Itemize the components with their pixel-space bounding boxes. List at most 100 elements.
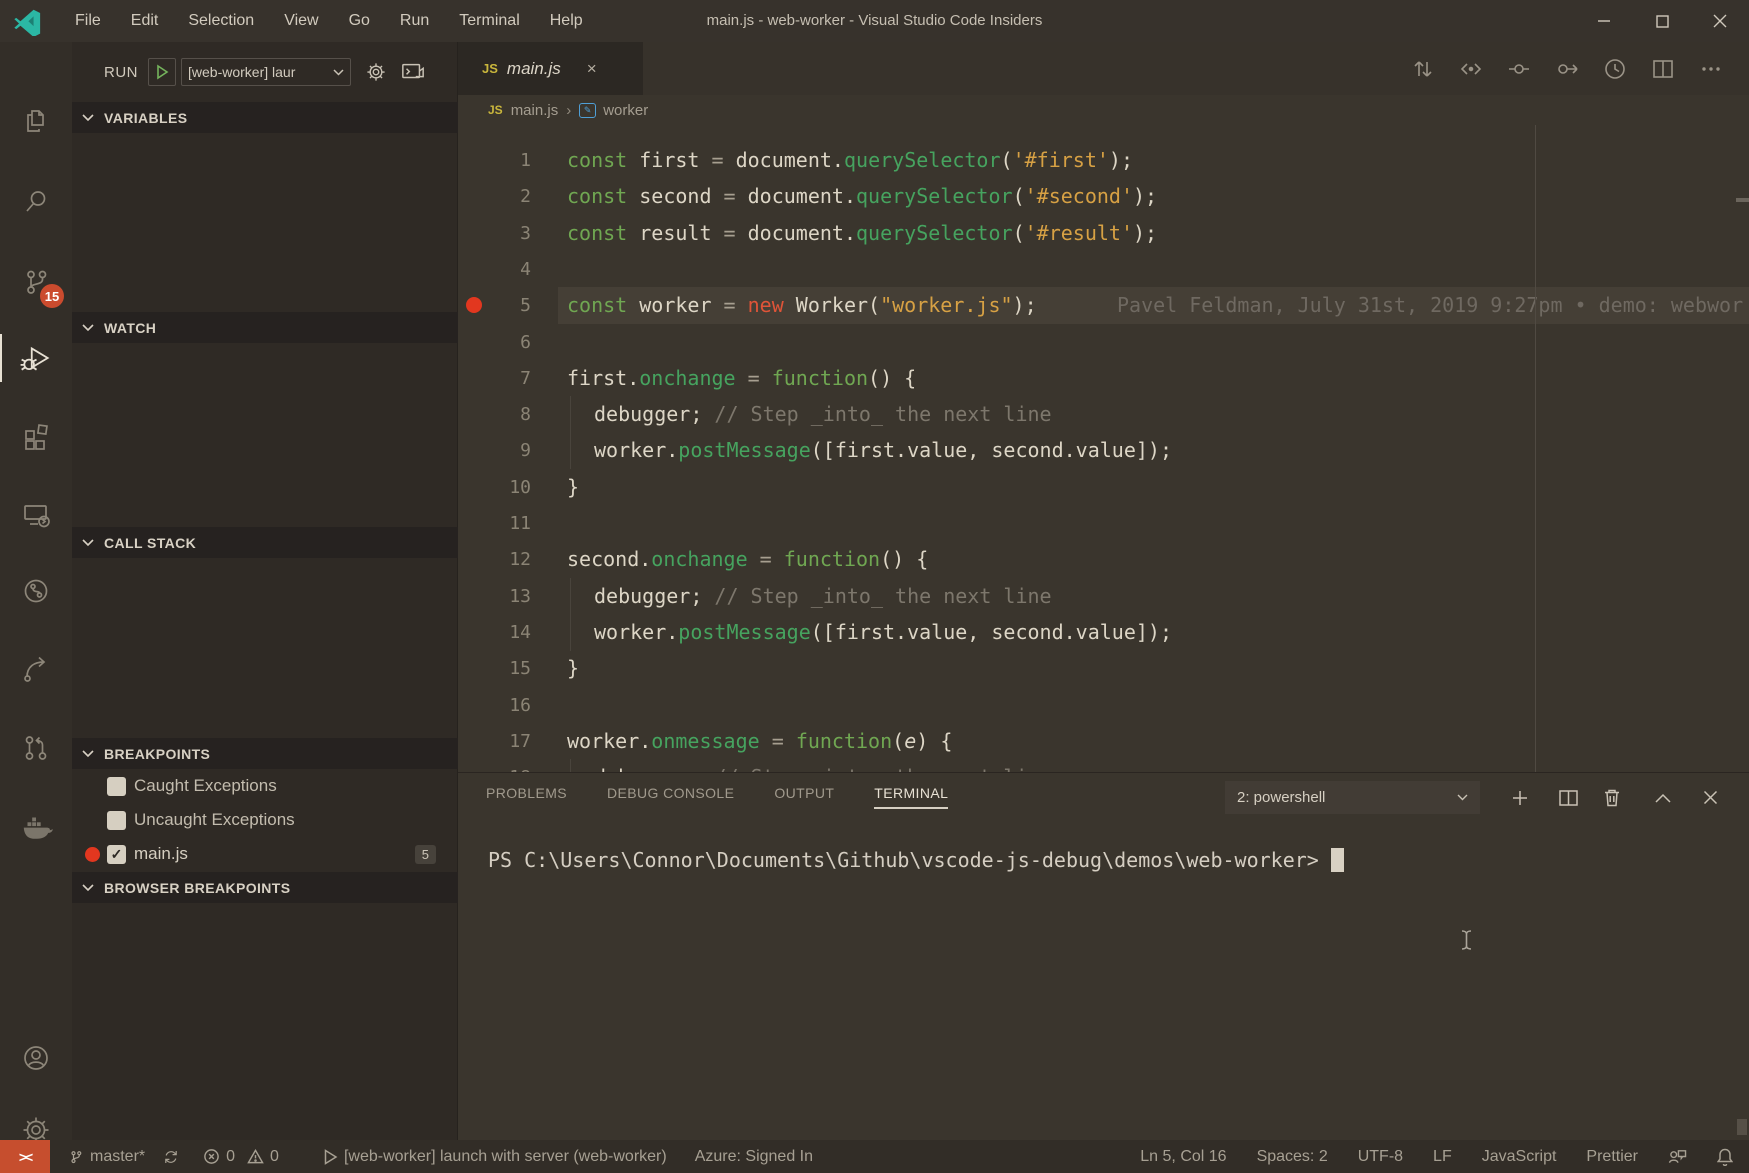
- feedback-icon[interactable]: [1668, 1148, 1687, 1165]
- start-debug-button[interactable]: [148, 58, 176, 86]
- line-number[interactable]: 9: [458, 432, 531, 469]
- search-icon[interactable]: [0, 170, 72, 234]
- menu-terminal[interactable]: Terminal: [444, 0, 534, 42]
- checkbox-unchecked[interactable]: [107, 777, 126, 796]
- panel-tab-terminal[interactable]: TERMINAL: [874, 775, 948, 811]
- code-line-3: 3const result = document.querySelector('…: [458, 215, 1749, 252]
- breakpoint-uncaught-exceptions[interactable]: Uncaught Exceptions: [72, 803, 458, 837]
- breakpoint-caught-exceptions[interactable]: Caught Exceptions: [72, 769, 458, 803]
- docker-icon[interactable]: [0, 794, 72, 858]
- section-browser-breakpoints[interactable]: BROWSER BREAKPOINTS: [72, 872, 458, 903]
- menu-run[interactable]: Run: [385, 0, 444, 42]
- line-number[interactable]: 6: [458, 324, 531, 361]
- panel-tab-debug-console[interactable]: DEBUG CONSOLE: [607, 775, 734, 811]
- formatter-status[interactable]: Prettier: [1586, 1148, 1638, 1166]
- kill-terminal-trash-icon[interactable]: [1595, 781, 1629, 814]
- close-panel-icon[interactable]: [1693, 781, 1727, 814]
- line-number[interactable]: 18: [458, 759, 531, 772]
- notifications-bell-icon[interactable]: [1717, 1148, 1733, 1166]
- launch-config-dropdown[interactable]: [web-worker] laur: [181, 58, 351, 86]
- code-content[interactable]: 1const first = document.querySelector('#…: [458, 142, 1749, 772]
- live-share-icon[interactable]: [0, 637, 72, 701]
- explorer-icon[interactable]: [0, 90, 72, 154]
- line-number[interactable]: 4: [458, 251, 531, 288]
- open-debug-console-icon[interactable]: [401, 61, 425, 83]
- line-number[interactable]: 7: [458, 360, 531, 397]
- goto-commit-icon[interactable]: [1543, 56, 1591, 82]
- source-control-icon[interactable]: 15: [0, 250, 72, 314]
- breadcrumb-file[interactable]: main.js: [511, 102, 559, 119]
- timeline-icon[interactable]: [1591, 56, 1639, 82]
- section-variables[interactable]: VARIABLES: [72, 102, 458, 133]
- problems-status[interactable]: 0 0: [203, 1148, 279, 1166]
- extensions-icon[interactable]: [0, 404, 72, 468]
- azure-status[interactable]: Azure: Signed In: [695, 1148, 813, 1166]
- checkbox-unchecked[interactable]: [107, 811, 126, 830]
- terminal-picker-dropdown[interactable]: 2: powershell: [1225, 781, 1480, 814]
- code-line-11: 11: [458, 505, 1749, 542]
- compare-changes-icon[interactable]: [1399, 56, 1447, 82]
- new-terminal-icon[interactable]: [1503, 781, 1537, 814]
- menu-go[interactable]: Go: [334, 0, 385, 42]
- section-breakpoints[interactable]: BREAKPOINTS: [72, 738, 458, 769]
- maximize-panel-icon[interactable]: [1646, 781, 1680, 814]
- language-mode-status[interactable]: JavaScript: [1482, 1148, 1557, 1166]
- menu-help[interactable]: Help: [535, 0, 598, 42]
- code-line-4: 4: [458, 251, 1749, 288]
- checkbox-checked[interactable]: ✓: [107, 845, 126, 864]
- maximize-button[interactable]: [1633, 0, 1691, 42]
- menu-view[interactable]: View: [269, 0, 333, 42]
- section-watch[interactable]: WATCH: [72, 312, 458, 343]
- line-number[interactable]: 10: [458, 469, 531, 506]
- run-and-debug-icon[interactable]: [0, 326, 72, 390]
- menu-selection[interactable]: Selection: [173, 0, 269, 42]
- code-line-14: 14worker.postMessage([first.value, secon…: [458, 614, 1749, 651]
- line-number[interactable]: 2: [458, 178, 531, 215]
- sync-status[interactable]: [163, 1149, 185, 1165]
- close-tab-icon[interactable]: ×: [587, 59, 597, 79]
- section-call-stack[interactable]: CALL STACK: [72, 527, 458, 558]
- line-number[interactable]: 15: [458, 650, 531, 687]
- remote-indicator[interactable]: ><: [0, 1140, 50, 1173]
- panel-tab-problems[interactable]: PROBLEMS: [486, 775, 567, 811]
- split-editor-icon[interactable]: [1639, 56, 1687, 82]
- line-number[interactable]: 16: [458, 687, 531, 724]
- menu-file[interactable]: File: [60, 0, 116, 42]
- tab-mainjs[interactable]: JS main.js ×: [458, 42, 643, 95]
- open-changes-icon[interactable]: [1447, 56, 1495, 82]
- eol-status[interactable]: LF: [1433, 1148, 1452, 1166]
- line-number[interactable]: 12: [458, 541, 531, 578]
- breadcrumb[interactable]: JS main.js › ✎ worker: [458, 95, 1749, 125]
- launch-status[interactable]: [web-worker] launch with server (web-wor…: [323, 1148, 667, 1166]
- menu-edit[interactable]: Edit: [116, 0, 174, 42]
- test-circle-icon[interactable]: [0, 559, 72, 623]
- breadcrumb-symbol[interactable]: worker: [603, 102, 648, 119]
- indentation-status[interactable]: Spaces: 2: [1257, 1148, 1328, 1166]
- line-number[interactable]: 13: [458, 578, 531, 615]
- minimize-button[interactable]: [1575, 0, 1633, 42]
- account-icon[interactable]: [0, 1026, 72, 1090]
- git-branch-status[interactable]: master*: [68, 1148, 145, 1166]
- line-number[interactable]: 1: [458, 142, 531, 179]
- cursor-position-status[interactable]: Ln 5, Col 16: [1140, 1148, 1226, 1166]
- scrollbar-thumb[interactable]: [1737, 1119, 1747, 1135]
- encoding-status[interactable]: UTF-8: [1358, 1148, 1403, 1166]
- line-number[interactable]: 14: [458, 614, 531, 651]
- line-number[interactable]: 11: [458, 505, 531, 542]
- line-number[interactable]: 17: [458, 723, 531, 760]
- panel-tab-output[interactable]: OUTPUT: [774, 775, 834, 811]
- breakpoint-mainjs[interactable]: ✓ main.js 5: [72, 837, 458, 871]
- more-actions-icon[interactable]: [1687, 56, 1735, 82]
- line-number[interactable]: 8: [458, 396, 531, 433]
- code-editor[interactable]: JS main.js × JS main.js › ✎ worker 1cons…: [458, 42, 1749, 772]
- split-terminal-icon[interactable]: [1551, 781, 1585, 814]
- line-number[interactable]: 5: [458, 287, 531, 324]
- close-window-button[interactable]: [1691, 0, 1749, 42]
- debug-settings-gear-icon[interactable]: [365, 61, 387, 83]
- breakpoint-count-badge: 5: [415, 845, 436, 864]
- pull-request-icon[interactable]: [0, 716, 72, 780]
- terminal-output[interactable]: PS C:\Users\Connor\Documents\Github\vsco…: [488, 847, 1344, 873]
- toggle-blame-icon[interactable]: [1495, 56, 1543, 82]
- remote-explorer-icon[interactable]: [0, 483, 72, 547]
- line-number[interactable]: 3: [458, 215, 531, 252]
